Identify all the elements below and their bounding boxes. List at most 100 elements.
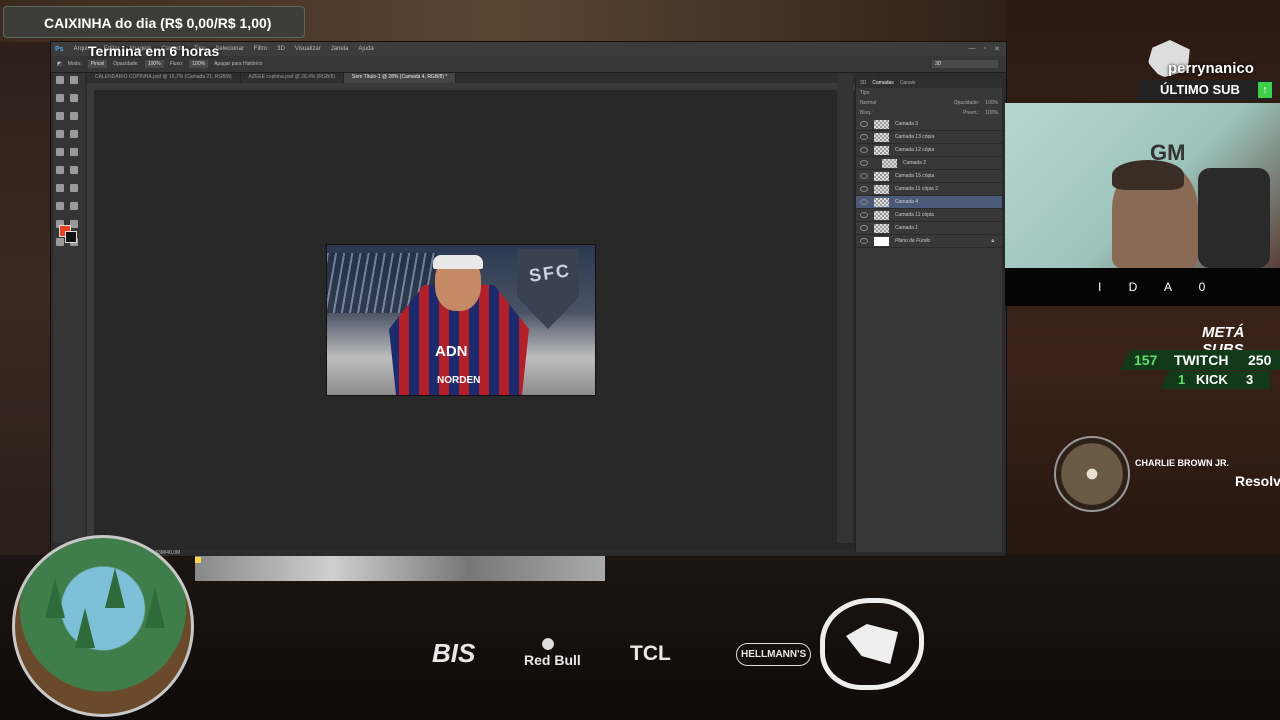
webcam-streamer-hair <box>1112 160 1184 190</box>
artwork-canvas[interactable]: SFC ADN NORDEN <box>326 244 596 396</box>
marquee-tool-icon[interactable] <box>70 76 78 84</box>
layer-row-background[interactable]: Plano de Fundo 🔒︎ <box>856 235 1002 248</box>
menu-item[interactable]: Visualizar <box>295 46 321 52</box>
eraser-tool-icon[interactable]: ◩ <box>57 61 62 67</box>
document-tab[interactable]: CALENDARIO COPINHA.psd @ 16,7% (Camada 2… <box>87 73 241 83</box>
layer-name: Camada 15 cópia <box>895 173 935 179</box>
ticker-text: I D A 0 <box>1098 280 1218 294</box>
layer-thumbnail <box>874 145 889 155</box>
lock-label: Bloq.: <box>860 110 873 116</box>
caixinha-widget: CAIXINHA do dia (R$ 0,00/R$ 1,00) <box>3 6 305 38</box>
fluxo-field[interactable]: 100% <box>189 60 209 68</box>
visibility-eye-icon[interactable] <box>860 186 868 192</box>
layers-panel: 3D Camadas Canais Tipo Normal Opacidade:… <box>855 78 1002 552</box>
visibility-eye-icon[interactable] <box>860 160 868 166</box>
menu-item[interactable]: Janela <box>331 46 349 52</box>
visibility-eye-icon[interactable] <box>860 173 868 179</box>
healing-tool-icon[interactable] <box>56 130 64 138</box>
tree-shape <box>75 608 95 648</box>
dodge-tool-icon[interactable] <box>70 184 78 192</box>
visibility-eye-icon[interactable] <box>860 147 868 153</box>
visibility-eye-icon[interactable] <box>860 199 868 205</box>
close-icon[interactable]: ✕ <box>994 45 1000 53</box>
player-cap <box>433 255 483 269</box>
layer-row[interactable]: Camada 13 cópia <box>856 131 1002 144</box>
sponsor-redbull-logo: Red Bull <box>524 652 581 668</box>
restore-icon[interactable]: ▫ <box>984 45 986 53</box>
layer-row[interactable]: Camada 11 cópia 2 <box>856 183 1002 196</box>
background-color-swatch[interactable] <box>65 231 77 243</box>
sponsor-hellmanns-logo: HELLMANN'S <box>736 643 812 666</box>
layer-name: Camada 13 cópia <box>895 134 935 140</box>
webcam-chair <box>1198 168 1270 268</box>
eraser-tool-icon[interactable] <box>56 166 64 174</box>
visibility-eye-icon[interactable] <box>860 238 868 244</box>
photoshop-window: Ps Arquivo Editar Imagem Camada Tipo Sel… <box>50 41 1007 557</box>
kick-goal: 3 <box>1246 372 1254 387</box>
lock-row: Bloq.: Preen.: 100% <box>856 108 1002 118</box>
history-brush-tool-icon[interactable] <box>70 148 78 156</box>
visibility-eye-icon[interactable] <box>860 225 868 231</box>
layer-row[interactable]: Camada 15 cópia <box>856 170 1002 183</box>
visibility-eye-icon[interactable] <box>860 212 868 218</box>
minimize-icon[interactable]: — <box>969 45 976 53</box>
layer-name: Plano de Fundo <box>895 238 931 244</box>
visibility-eye-icon[interactable] <box>860 121 868 127</box>
layer-row-selected[interactable]: Camada 4 <box>856 196 1002 209</box>
historico-checkbox[interactable]: Apagar para Histórico <box>214 61 262 67</box>
layer-name: Camada 11 cópia <box>895 212 934 218</box>
visibility-eye-icon[interactable] <box>860 134 868 140</box>
pen-tool-icon[interactable] <box>56 202 64 210</box>
tab-3d[interactable]: 3D <box>860 80 866 86</box>
layer-thumbnail <box>874 132 889 142</box>
media-preview-strip <box>195 556 605 581</box>
type-tool-icon[interactable] <box>70 202 78 210</box>
document-tab[interactable]: AZEEE copinha.psd @ 26,4% (RGB/8) <box>241 73 345 83</box>
menu-item[interactable]: Ajuda <box>358 46 373 52</box>
blend-mode-select[interactable]: Normal <box>860 100 876 106</box>
layer-thumbnail <box>874 223 889 233</box>
layer-kind-select[interactable]: Tipo <box>860 90 870 96</box>
last-sub-label: ÚLTIMO SUB <box>1160 82 1240 97</box>
twitch-current: 157 <box>1134 352 1158 368</box>
workspace-select[interactable]: 3D <box>932 60 998 68</box>
menu-item[interactable]: Selecionar <box>215 46 243 52</box>
tree-shape <box>145 588 165 628</box>
canvas-area[interactable]: SFC ADN NORDEN <box>94 90 877 550</box>
layer-row[interactable]: Camada 1 <box>856 222 1002 235</box>
document-tab-active[interactable]: Sem Título-1 @ 28% (Camada 4, RGB/8) * <box>344 73 457 83</box>
layer-name: Camada 11 cópia 2 <box>895 186 938 192</box>
layer-row[interactable]: Camada 3 <box>856 118 1002 131</box>
tree-shape <box>45 578 65 618</box>
gradient-tool-icon[interactable] <box>70 166 78 174</box>
lasso-tool-icon[interactable] <box>56 94 64 102</box>
tab-canais[interactable]: Canais <box>900 80 916 86</box>
layer-opacity-field[interactable]: 100% <box>985 100 998 106</box>
shape-tool-icon[interactable] <box>70 220 78 228</box>
crop-tool-icon[interactable] <box>56 112 64 120</box>
layer-row[interactable]: Camada 12 cópia <box>856 144 1002 157</box>
menu-item[interactable]: Filtro <box>254 46 267 52</box>
blur-tool-icon[interactable] <box>56 184 64 192</box>
layer-row[interactable]: Camada 2 <box>856 157 1002 170</box>
twitch-goal: 250 <box>1248 352 1272 368</box>
eyedropper-tool-icon[interactable] <box>70 112 78 120</box>
quick-select-tool-icon[interactable] <box>70 94 78 102</box>
ps-document-tabs: CALENDARIO COPINHA.psd @ 16,7% (Camada 2… <box>87 73 877 83</box>
music-title: Resolv <box>1235 473 1280 489</box>
stamp-tool-icon[interactable] <box>56 148 64 156</box>
ps-toolbox <box>53 73 85 543</box>
twitch-label: TWITCH <box>1174 352 1229 368</box>
hand-tool-icon[interactable] <box>56 238 64 246</box>
lock-icon: 🔒︎ <box>991 238 994 244</box>
brush-tool-icon[interactable] <box>70 130 78 138</box>
layer-name: Camada 12 cópia <box>895 147 935 153</box>
arrow-up-icon: ↑ <box>1258 82 1272 98</box>
move-tool-icon[interactable] <box>56 76 64 84</box>
menu-item[interactable]: 3D <box>277 46 285 52</box>
fill-field[interactable]: 100% <box>985 110 998 116</box>
tab-camadas[interactable]: Camadas <box>872 80 893 86</box>
modo-select[interactable]: Pincel <box>87 60 108 68</box>
layer-row[interactable]: Camada 11 cópia <box>856 209 1002 222</box>
opacidade-field[interactable]: 100% <box>144 60 164 68</box>
